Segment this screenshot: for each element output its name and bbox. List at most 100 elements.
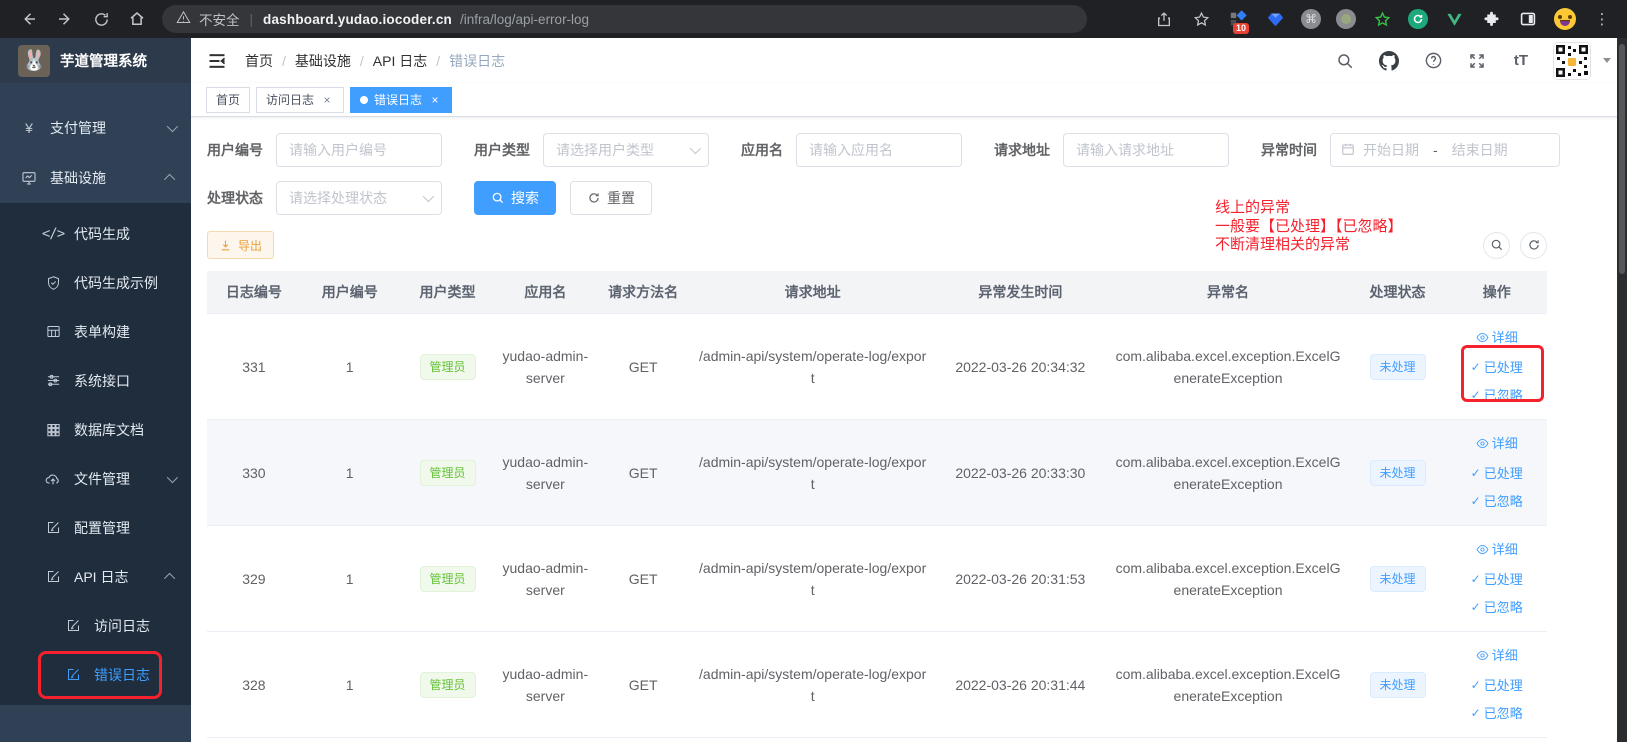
tab-access-log[interactable]: 访问日志×: [256, 87, 344, 113]
browser-home-icon[interactable]: [126, 8, 148, 30]
ignored-link[interactable]: ✓已忽略: [1471, 594, 1523, 621]
user-type-badge: 管理员: [420, 354, 476, 380]
sidebar-item-file-mgmt[interactable]: 文件管理: [0, 454, 191, 503]
status-badge: 未处理: [1370, 566, 1426, 592]
browser-back-icon[interactable]: [18, 8, 40, 30]
exception-time-label: 异常时间: [1261, 140, 1317, 160]
sidebar-collapse-icon[interactable]: [207, 50, 229, 72]
insecure-warning-icon[interactable]: [176, 10, 191, 28]
sidebar-item-error-log[interactable]: 错误日志: [0, 650, 191, 699]
recorder-extension-icon[interactable]: [1336, 9, 1356, 29]
handled-link[interactable]: ✓已处理: [1471, 354, 1523, 381]
table-row: 329 1 管理员 yudao-admin-server GET /admin-…: [207, 526, 1547, 632]
share-icon[interactable]: [1153, 8, 1175, 30]
app-name-label: 应用名: [741, 140, 783, 160]
toggle-search-icon[interactable]: [1483, 232, 1510, 259]
chrome-menu-icon[interactable]: ⋮: [1591, 8, 1613, 30]
star-extension-icon[interactable]: [1371, 8, 1393, 30]
detail-link[interactable]: 详细: [1476, 430, 1518, 457]
sidebar-item-codegen[interactable]: </> 代码生成: [0, 209, 191, 258]
browser-forward-icon[interactable]: [54, 8, 76, 30]
refresh-extension-icon[interactable]: [1408, 9, 1428, 29]
refresh-table-icon[interactable]: [1520, 232, 1547, 259]
scrollbar-thumb[interactable]: [1619, 44, 1625, 274]
vue-devtools-icon[interactable]: [1443, 8, 1465, 30]
profile-avatar[interactable]: [1554, 8, 1576, 30]
ignored-link[interactable]: ✓已忽略: [1471, 488, 1523, 515]
sidebar-item-codegen-demo[interactable]: 代码生成示例: [0, 258, 191, 307]
page-content: 用户编号 用户类型 请选择用户类型 应用名 请求地址 异常时间: [191, 117, 1627, 742]
detail-link[interactable]: 详细: [1476, 324, 1518, 351]
extensions-puzzle-icon[interactable]: [1480, 8, 1502, 30]
sidebar-item-infra[interactable]: 基础设施: [0, 153, 191, 203]
font-size-icon[interactable]: tT: [1509, 49, 1533, 73]
cell-app-name: yudao-admin-server: [496, 526, 594, 632]
sidebar-item-api-log[interactable]: API 日志: [0, 552, 191, 601]
detail-link[interactable]: 详细: [1476, 536, 1518, 563]
browser-scrollbar[interactable]: [1617, 38, 1627, 742]
handled-link[interactable]: ✓已处理: [1471, 566, 1523, 593]
detail-link[interactable]: 详细: [1476, 642, 1518, 669]
security-label[interactable]: 不安全: [199, 9, 240, 29]
tab-home[interactable]: 首页: [206, 87, 250, 113]
error-log-table: 日志编号 用户编号 用户类型 应用名 请求方法名 请求地址 异常发生时间 异常名…: [207, 271, 1547, 738]
date-end-placeholder: 结束日期: [1452, 140, 1508, 160]
ignored-link[interactable]: ✓已忽略: [1471, 382, 1523, 409]
gem-extension-icon[interactable]: [1264, 8, 1286, 30]
reset-button[interactable]: 重置: [570, 181, 652, 215]
command-extension-icon[interactable]: ⌘: [1301, 9, 1321, 29]
tab-error-log[interactable]: 错误日志×: [350, 87, 452, 113]
status-badge: 未处理: [1370, 460, 1426, 486]
request-url-input[interactable]: [1063, 133, 1229, 167]
cell-app-name: yudao-admin-server: [496, 632, 594, 738]
process-status-select[interactable]: 请选择处理状态: [276, 181, 442, 215]
edit-square-icon: [44, 520, 62, 535]
user-id-label: 用户编号: [207, 140, 263, 160]
cell-method: GET: [594, 420, 692, 526]
export-button[interactable]: 导出: [207, 231, 274, 259]
status-badge: 未处理: [1370, 354, 1426, 380]
extension-badge: 10: [1233, 23, 1249, 34]
sidebar-item-form-builder[interactable]: 表单构建: [0, 307, 191, 356]
column-header: 操作: [1446, 271, 1547, 314]
cloud-upload-icon: [44, 472, 62, 486]
address-bar[interactable]: 不安全 | dashboard.yudao.iocoder.cn/infra/l…: [162, 5, 1087, 33]
handled-link[interactable]: ✓已处理: [1471, 460, 1523, 487]
handled-link[interactable]: ✓已处理: [1471, 672, 1523, 699]
process-status-label: 处理状态: [207, 188, 263, 208]
cell-method: GET: [594, 632, 692, 738]
sidebar-item-config-mgmt[interactable]: 配置管理: [0, 503, 191, 552]
sidebar-logo[interactable]: 🐰 芋道管理系统: [0, 38, 191, 83]
side-panel-icon[interactable]: [1517, 8, 1539, 30]
sidebar-item-pay[interactable]: ¥ 支付管理: [0, 103, 191, 153]
extension-blocks-icon[interactable]: 10: [1227, 8, 1249, 30]
sidebar-item-db-doc[interactable]: 数据库文档: [0, 405, 191, 454]
close-icon[interactable]: ×: [320, 93, 334, 107]
chevron-down-icon: [423, 191, 434, 202]
monitor-icon: [20, 170, 38, 186]
column-header: 处理状态: [1349, 271, 1447, 314]
breadcrumb-home[interactable]: 首页: [245, 51, 273, 71]
fullscreen-icon[interactable]: [1465, 49, 1489, 73]
help-icon[interactable]: [1421, 49, 1445, 73]
browser-reload-icon[interactable]: [90, 8, 112, 30]
breadcrumb-api-log[interactable]: API 日志: [373, 51, 427, 71]
cell-method: GET: [594, 526, 692, 632]
search-button[interactable]: 搜索: [474, 181, 556, 215]
user-id-input[interactable]: [276, 133, 442, 167]
cell-user-id: 1: [301, 314, 399, 420]
cell-exception: com.alibaba.excel.exception.ExcelGenerat…: [1107, 420, 1348, 526]
breadcrumb-infra[interactable]: 基础设施: [295, 51, 351, 71]
bookmark-star-icon[interactable]: [1190, 8, 1212, 30]
sidebar-item-system-api[interactable]: 系统接口: [0, 356, 191, 405]
ignored-link[interactable]: ✓已忽略: [1471, 700, 1523, 727]
github-icon[interactable]: [1377, 49, 1401, 73]
date-range-picker[interactable]: 开始日期 - 结束日期: [1330, 133, 1560, 167]
app-name-input[interactable]: [796, 133, 962, 167]
close-icon[interactable]: ×: [428, 93, 442, 107]
sidebar-item-access-log[interactable]: 访问日志: [0, 601, 191, 650]
avatar-dropdown-caret[interactable]: [1603, 58, 1611, 63]
user-avatar-qr[interactable]: [1553, 42, 1591, 80]
header-search-icon[interactable]: [1333, 49, 1357, 73]
user-type-select[interactable]: 请选择用户类型: [543, 133, 709, 167]
